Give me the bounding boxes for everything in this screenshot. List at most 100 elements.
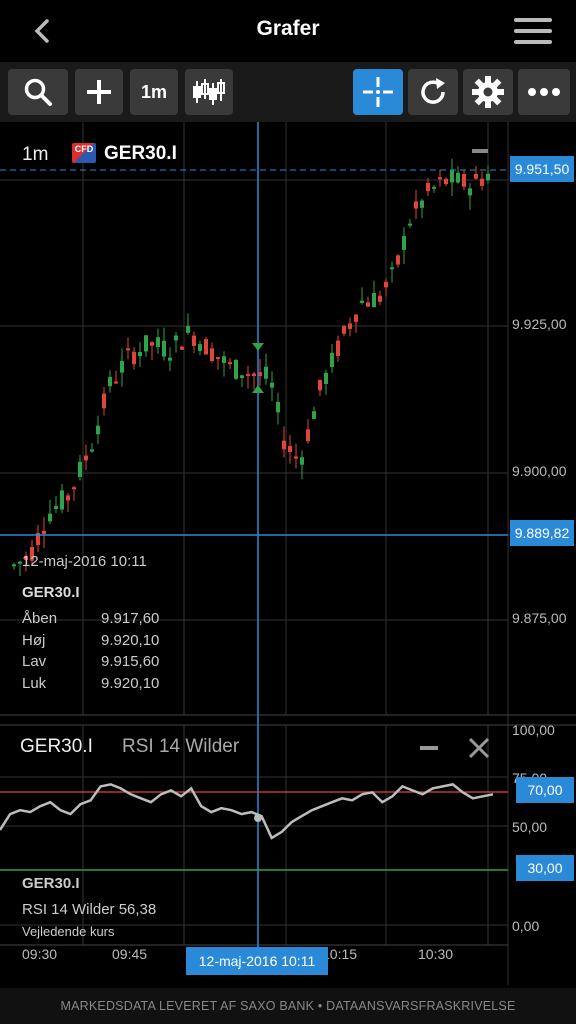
cursor-price-tag: 9.889,82: [510, 520, 574, 546]
time-axis-label: 09:30: [22, 946, 58, 962]
tooltip-date: 12-maj-2016 10:11: [22, 553, 147, 570]
interval-label: 1m: [140, 81, 167, 102]
candle-body: [432, 186, 436, 189]
add-button[interactable]: [75, 69, 123, 115]
time-axis-label: 09:45: [112, 946, 148, 962]
instrument-name[interactable]: GER30.I: [104, 143, 177, 165]
hamburger-menu-icon[interactable]: [514, 16, 552, 46]
top-bar: Grafer: [0, 0, 576, 62]
rsi-axis-label: 50,00: [512, 819, 548, 835]
crosshair-button[interactable]: [353, 69, 403, 115]
candle-body: [90, 449, 94, 452]
candle-body: [480, 178, 484, 186]
candle-body: [126, 348, 130, 351]
candle-body: [456, 172, 460, 183]
candle-body: [306, 429, 310, 442]
candle-body: [102, 393, 106, 409]
candle-body: [228, 362, 232, 365]
search-icon: [24, 78, 52, 106]
cfd-badge-text: CFD: [74, 144, 94, 154]
candle-body: [114, 381, 118, 384]
candle-body: [222, 356, 226, 364]
candle-body: [276, 401, 280, 413]
candle-body: [384, 281, 388, 288]
candle-body: [48, 513, 52, 522]
candle-body: [12, 564, 16, 567]
candle-body: [360, 300, 364, 303]
rsi-instrument: GER30.I: [20, 736, 93, 757]
price-axis-label: 9.875,00: [512, 610, 567, 626]
candle-body: [198, 344, 202, 351]
candle-body: [312, 411, 316, 419]
tooltip-value-close: 9.920,10: [101, 675, 160, 692]
refresh-button[interactable]: [408, 69, 458, 115]
candle-body: [132, 351, 136, 365]
cursor-date-tag: 12-maj-2016 10:11: [186, 947, 328, 975]
candle-body: [420, 200, 424, 208]
tooltip-label-open: Åben: [22, 610, 58, 627]
candle-body: [282, 440, 286, 450]
chart-minimize-icon[interactable]: [472, 149, 488, 153]
tooltip-value-low: 9.915,60: [101, 653, 160, 670]
candle-body: [144, 335, 148, 352]
chart-interval: 1m: [22, 144, 49, 165]
candle-body: [354, 314, 358, 322]
rsi-axis-label: 0,00: [512, 918, 540, 934]
candle-body: [162, 340, 166, 357]
candle-body: [336, 340, 340, 356]
candlestick-icon: [193, 79, 225, 105]
candle-body: [408, 223, 412, 226]
candle-body: [438, 177, 442, 180]
candle-body: [150, 342, 154, 346]
candle-body: [54, 505, 58, 510]
more-dots-icon: [528, 88, 560, 96]
candle-body: [66, 495, 70, 501]
tooltip-value-high: 9.920,10: [101, 632, 160, 649]
candle-body: [240, 375, 244, 379]
candle-body: [444, 178, 448, 185]
candle-body: [174, 335, 178, 341]
candle-body: [378, 295, 382, 302]
rsi-readout-instrument: GER30.I: [22, 875, 80, 892]
rsi-readout-note: Vejledende kurs: [22, 924, 115, 939]
search-button[interactable]: [8, 69, 68, 115]
rsi-indicator-name[interactable]: RSI 14 Wilder: [122, 736, 239, 758]
candle-body: [204, 339, 208, 355]
rsi-minimize-icon[interactable]: [420, 746, 438, 750]
settings-button[interactable]: [463, 69, 513, 115]
candle-body: [414, 201, 418, 209]
tooltip-label-low: Lav: [22, 653, 47, 670]
rsi-upper-tag: 70,00: [516, 777, 574, 803]
candle-body: [72, 487, 76, 490]
candle-body: [246, 373, 250, 376]
candle-body: [366, 302, 370, 307]
candle-body: [348, 323, 352, 329]
refresh-icon: [421, 78, 445, 104]
candle-body: [426, 182, 430, 192]
rsi-close-icon[interactable]: [467, 736, 491, 760]
interval-button[interactable]: 1m: [130, 69, 178, 115]
rsi-axis-label: 100,00: [512, 722, 555, 738]
candle-body: [486, 173, 490, 181]
candle-body: [468, 188, 472, 196]
candle-body: [108, 376, 112, 387]
price-axis-label: 9.925,00: [512, 316, 567, 332]
more-button[interactable]: [518, 69, 570, 115]
candle-body: [270, 382, 274, 388]
candle-body: [294, 456, 298, 459]
high-marker: [252, 343, 264, 351]
chart-toolbar: 1m: [0, 62, 576, 122]
candle-body: [264, 366, 268, 379]
chart-type-button[interactable]: [185, 69, 233, 115]
candle-body: [330, 352, 334, 368]
tooltip-label-high: Høj: [22, 632, 46, 649]
candle-body: [474, 173, 478, 179]
rsi-readout-value: RSI 14 Wilder 56,38: [22, 901, 157, 918]
cfd-badge-icon: CFD: [72, 143, 96, 163]
plus-icon: [87, 80, 111, 104]
candle-body: [168, 357, 172, 361]
candle-body: [120, 360, 124, 373]
candle-body: [234, 359, 238, 379]
footer-disclaimer[interactable]: MARKEDSDATA LEVERET AF SAXO BANK • DATAA…: [0, 988, 576, 1024]
candle-body: [192, 335, 196, 346]
